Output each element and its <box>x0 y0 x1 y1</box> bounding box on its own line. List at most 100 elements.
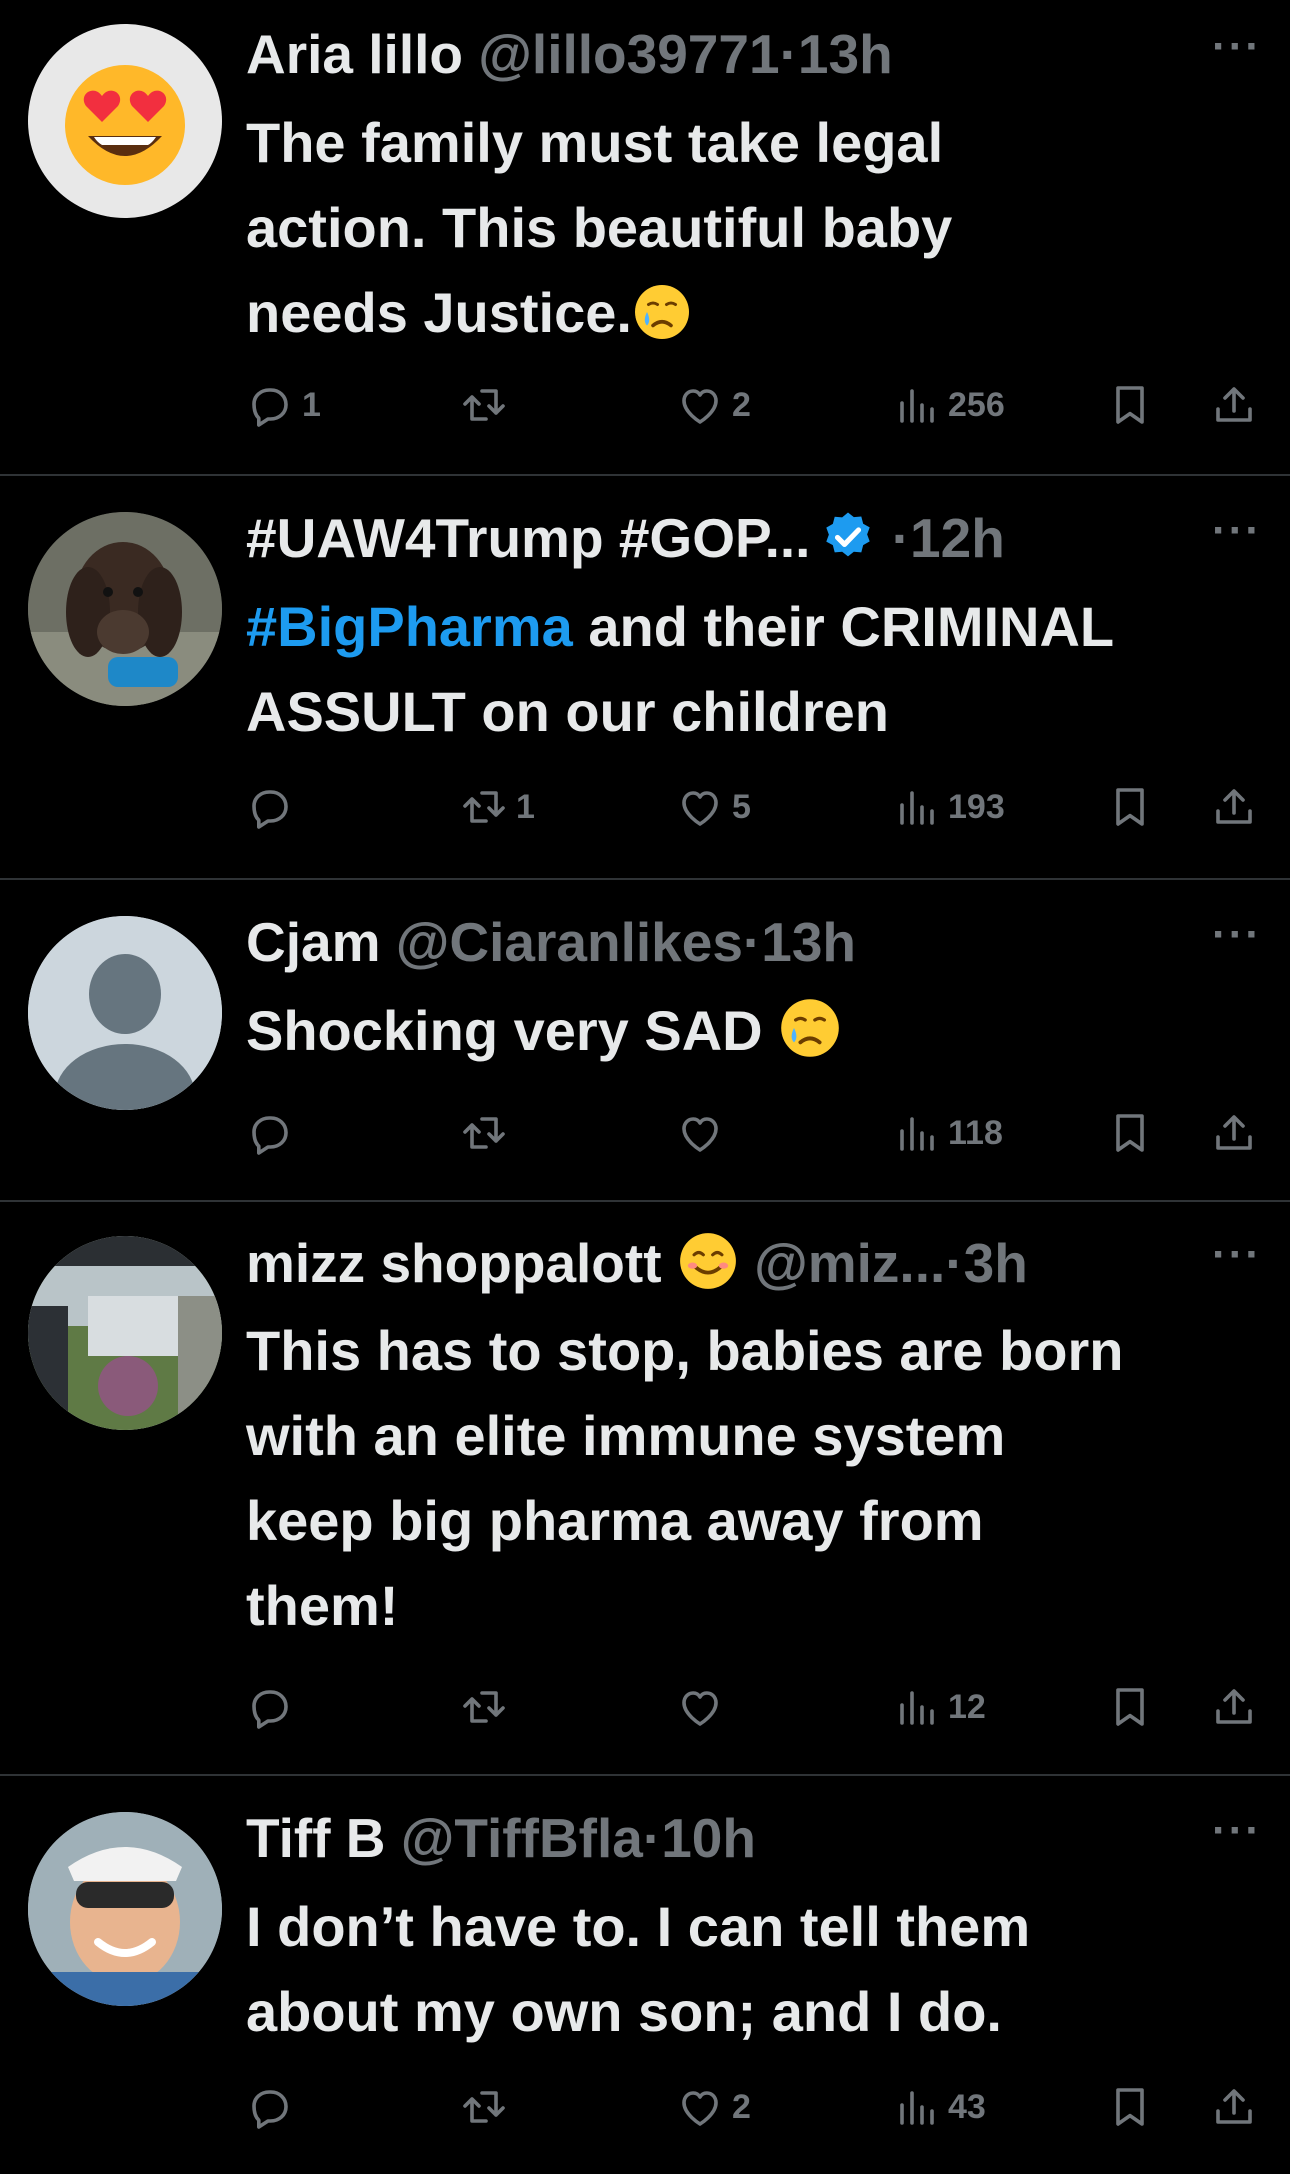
tweet-text-line: Shocking very SAD <box>246 999 763 1062</box>
avatar[interactable] <box>28 916 222 1110</box>
user-handle[interactable]: @lillo39771 <box>478 23 779 85</box>
separator-dot: · <box>891 507 911 569</box>
tweet-actions: 1 5 193 <box>0 783 1290 843</box>
retweet-icon <box>460 381 508 429</box>
default-profile-icon <box>28 916 222 1110</box>
like-button[interactable]: 5 <box>676 783 751 831</box>
reply-button[interactable] <box>246 1683 302 1731</box>
like-button[interactable] <box>676 1683 732 1731</box>
tweet-text-line: The family must take legal <box>246 111 944 174</box>
like-button[interactable]: 2 <box>676 2083 751 2131</box>
display-name[interactable]: mizz shoppalott <box>246 1232 662 1294</box>
more-options-button[interactable]: ··· <box>1212 22 1262 72</box>
more-options-button[interactable]: ··· <box>1212 910 1262 960</box>
reply-icon <box>246 783 294 831</box>
tweet-actions: 2 43 <box>0 2083 1290 2143</box>
user-handle[interactable]: @miz... <box>754 1232 945 1294</box>
more-options-button[interactable]: ··· <box>1212 1806 1262 1856</box>
more-options-button[interactable]: ··· <box>1212 506 1262 556</box>
tweet-text: I don’t have to. I can tell them about m… <box>246 1884 1266 2054</box>
timestamp[interactable]: 3h <box>964 1232 1028 1294</box>
bookmark-icon <box>1106 783 1154 831</box>
retweet-button[interactable] <box>460 2083 516 2131</box>
timestamp[interactable]: 13h <box>761 911 856 973</box>
avatar[interactable] <box>28 1236 222 1430</box>
display-name[interactable]: #UAW4Trump #GOP... <box>246 507 810 569</box>
avatar[interactable] <box>28 512 222 706</box>
reply-icon <box>246 2083 294 2131</box>
like-button[interactable] <box>676 1109 732 1157</box>
tweet-2[interactable]: #UAW4Trump #GOP... ·12h ··· #BigPharma a… <box>0 476 1290 878</box>
views-button[interactable]: 256 <box>892 381 1005 429</box>
hashtag-link[interactable]: #BigPharma <box>246 595 573 658</box>
views-button[interactable]: 193 <box>892 783 1005 831</box>
tweet-actions: 118 <box>0 1109 1290 1169</box>
share-button[interactable] <box>1210 1683 1258 1731</box>
tweet-3[interactable]: Cjam @Ciaranlikes·13h ··· Shocking very … <box>0 880 1290 1200</box>
retweet-button[interactable] <box>460 381 516 429</box>
share-button[interactable] <box>1210 2083 1258 2131</box>
user-handle[interactable]: @TiffBfla <box>401 1807 643 1869</box>
like-count: 2 <box>732 2087 751 2126</box>
like-icon <box>676 1683 724 1731</box>
views-icon <box>892 1683 940 1731</box>
share-icon <box>1210 2083 1258 2131</box>
reply-button[interactable] <box>246 1109 302 1157</box>
share-button[interactable] <box>1210 783 1258 831</box>
display-name[interactable]: Tiff B <box>246 1807 386 1869</box>
views-button[interactable]: 12 <box>892 1683 986 1731</box>
tweet-4[interactable]: mizz shoppalott @miz...·3h ··· This has … <box>0 1202 1290 1774</box>
bookmark-icon <box>1106 2083 1154 2131</box>
timestamp[interactable]: 12h <box>910 507 1005 569</box>
tweet-text: Shocking very SAD <box>246 988 1266 1073</box>
more-options-button[interactable]: ··· <box>1212 1230 1262 1280</box>
avatar[interactable] <box>28 1812 222 2006</box>
bookmark-icon <box>1106 1683 1154 1731</box>
tweet-text-line: and their CRIMINAL <box>572 595 1115 658</box>
reply-button[interactable] <box>246 783 302 831</box>
separator-dot: · <box>779 23 798 85</box>
tweet-text: This has to stop, babies are born with a… <box>246 1308 1266 1648</box>
tweet-text-line: action. This beautiful baby <box>246 196 953 259</box>
tweet-1[interactable]: Aria lillo @lillo39771·13h ··· The famil… <box>0 0 1290 474</box>
share-button[interactable] <box>1210 381 1258 429</box>
tweet-text-line: ASSULT on our children <box>246 680 889 743</box>
tweet-text-line: I don’t have to. I can tell them <box>246 1895 1031 1958</box>
display-name[interactable]: Aria lillo <box>246 23 463 85</box>
retweet-button[interactable] <box>460 1683 516 1731</box>
reply-icon <box>246 1109 294 1157</box>
bookmark-button[interactable] <box>1106 1109 1154 1157</box>
display-name[interactable]: Cjam <box>246 911 381 973</box>
retweet-button[interactable] <box>460 1109 516 1157</box>
retweet-icon <box>460 2083 508 2131</box>
view-count: 43 <box>948 2087 986 2126</box>
reply-icon <box>246 1683 294 1731</box>
share-button[interactable] <box>1210 1109 1258 1157</box>
tweet-text: #BigPharma and their CRIMINAL ASSULT on … <box>246 584 1266 754</box>
bookmark-button[interactable] <box>1106 783 1154 831</box>
tweet-5[interactable]: Tiff B @TiffBfla·10h ··· I don’t have to… <box>0 1776 1290 2174</box>
views-button[interactable]: 43 <box>892 2083 986 2131</box>
tweet-header: mizz shoppalott @miz...·3h <box>246 1230 1028 1295</box>
like-count: 2 <box>732 385 751 424</box>
bookmark-button[interactable] <box>1106 2083 1154 2131</box>
bookmark-button[interactable] <box>1106 1683 1154 1731</box>
tweet-header: #UAW4Trump #GOP... ·12h <box>246 506 1005 570</box>
reply-button[interactable]: 1 <box>246 381 321 429</box>
tweet-header: Tiff B @TiffBfla·10h <box>246 1806 756 1870</box>
avatar[interactable] <box>28 24 222 218</box>
tweet-text-line: with an elite immune system <box>246 1404 1006 1467</box>
tweet-text-line: them! <box>246 1574 399 1637</box>
user-handle[interactable]: @Ciaranlikes <box>396 911 743 973</box>
reply-button[interactable] <box>246 2083 302 2131</box>
bookmark-button[interactable] <box>1106 381 1154 429</box>
timestamp[interactable]: 13h <box>798 23 893 85</box>
retweet-button[interactable]: 1 <box>460 783 535 831</box>
like-button[interactable]: 2 <box>676 381 751 429</box>
timestamp[interactable]: 10h <box>661 1807 756 1869</box>
like-icon <box>676 783 724 831</box>
bookmark-icon <box>1106 381 1154 429</box>
views-button[interactable]: 118 <box>892 1109 1003 1157</box>
retweet-icon <box>460 783 508 831</box>
crying-face-emoji-icon <box>632 282 692 342</box>
